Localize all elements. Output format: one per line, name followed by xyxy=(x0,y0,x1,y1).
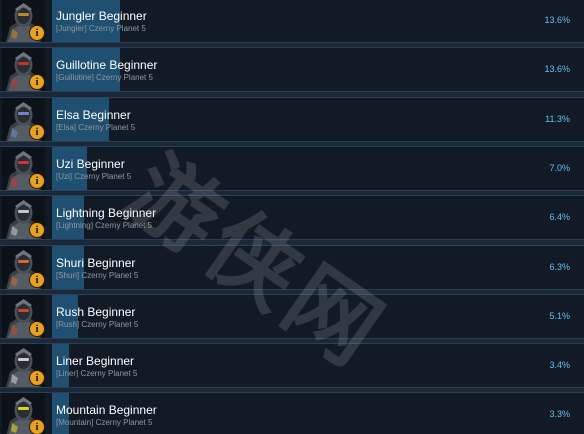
achievement-title: Uzi Beginner xyxy=(56,157,125,171)
unlock-percent: 13.6% xyxy=(544,15,570,25)
achievement-description: [Rush] Czerny Planet 5 xyxy=(56,320,139,329)
unlock-percent: 11.3% xyxy=(545,114,570,124)
achievement-title: Liner Beginner xyxy=(56,354,135,368)
achievement-row[interactable]: i Lightning Beginner [Lightning] Czerny Pl… xyxy=(0,195,584,240)
achievement-row[interactable]: i Elsa Beginner [Elsa] Czerny Planet 5 11.3… xyxy=(0,97,584,142)
achievement-list: i Jungler Beginner [Jungler] Czerny Planet… xyxy=(0,0,584,434)
achievement-title: Jungler Beginner xyxy=(56,9,147,23)
achievement-title: Elsa Beginner xyxy=(56,108,131,122)
achievement-title: Mountain Beginner xyxy=(56,403,157,417)
achievement-row[interactable]: i Jungler Beginner [Jungler] Czerny Planet… xyxy=(0,0,584,43)
unlock-percent: 3.4% xyxy=(549,360,570,370)
unlock-percent: 6.4% xyxy=(549,212,570,222)
achievement-description: [Uzi] Czerny Planet 5 xyxy=(56,172,132,181)
info-badge-icon: i xyxy=(30,223,44,237)
achievement-description: [Shuri] Czerny Planet 5 xyxy=(56,271,139,280)
unlock-percent: 7.0% xyxy=(549,163,570,173)
unlock-percent: 6.3% xyxy=(549,262,570,272)
achievement-row[interactable]: i Liner Beginner [Liner] Czerny Planet 5 3.… xyxy=(0,343,584,388)
achievement-description: [Liner] Czerny Planet 5 xyxy=(56,369,138,378)
achievement-description: [Guillotine] Czerny Planet 5 xyxy=(56,73,153,82)
achievement-row[interactable]: i Guillotine Beginner [Guillotine] Czerny … xyxy=(0,47,584,92)
achievement-description: [Elsa] Czerny Planet 5 xyxy=(56,123,136,132)
info-badge-icon: i xyxy=(30,75,44,89)
info-badge-icon: i xyxy=(30,174,44,188)
unlock-percent: 13.6% xyxy=(544,64,570,74)
achievement-row[interactable]: i Uzi Beginner [Uzi] Czerny Planet 5 7.0% xyxy=(0,146,584,191)
achievement-row[interactable]: i Shuri Beginner [Shuri] Czerny Planet 5 6.… xyxy=(0,245,584,290)
info-badge-icon: i xyxy=(30,273,44,287)
unlock-percent: 5.1% xyxy=(549,311,570,321)
achievement-row[interactable]: i Rush Beginner [Rush] Czerny Planet 5 5.1% xyxy=(0,294,584,339)
info-badge-icon: i xyxy=(30,371,44,385)
achievement-description: [Mountain] Czerny Planet 5 xyxy=(56,418,153,427)
achievement-description: [Lightning] Czerny Planet 5 xyxy=(56,221,153,230)
unlock-percent: 3.3% xyxy=(549,409,570,419)
achievement-title: Guillotine Beginner xyxy=(56,58,158,72)
info-badge-icon: i xyxy=(30,125,44,139)
achievement-description: [Jungler] Czerny Planet 5 xyxy=(56,24,146,33)
achievement-title: Lightning Beginner xyxy=(56,206,157,220)
info-badge-icon: i xyxy=(30,322,44,336)
achievement-title: Rush Beginner xyxy=(56,305,136,319)
achievement-title: Shuri Beginner xyxy=(56,256,136,270)
info-badge-icon: i xyxy=(30,26,44,40)
info-badge-icon: i xyxy=(30,420,44,434)
achievement-row[interactable]: i Mountain Beginner [Mountain] Czerny Plan… xyxy=(0,392,584,434)
